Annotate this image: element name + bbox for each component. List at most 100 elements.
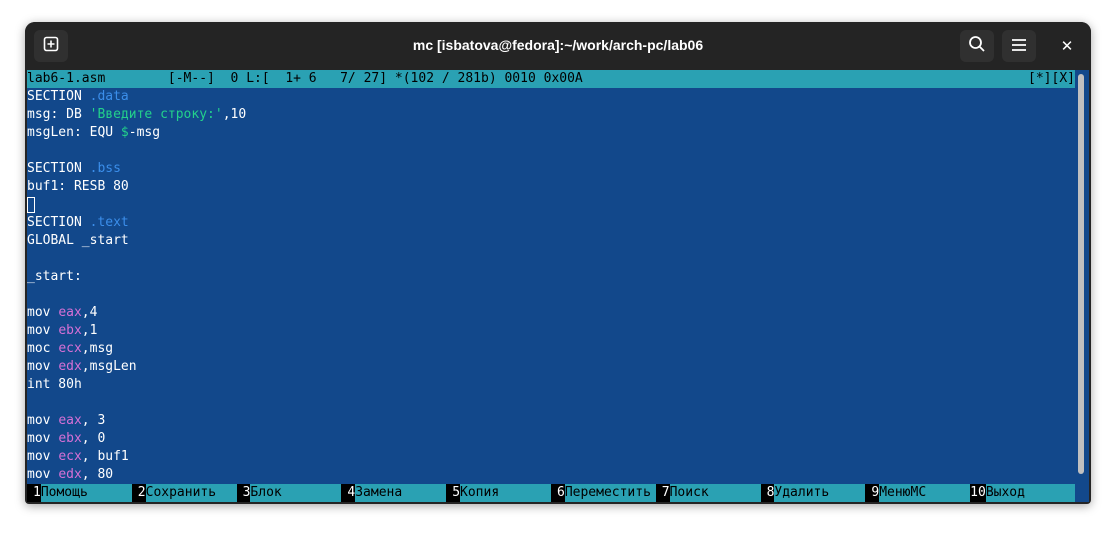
code-token: GLOBAL _start <box>27 233 129 248</box>
hamburger-menu-icon <box>1011 37 1027 56</box>
fkey-label: Замена <box>355 484 447 502</box>
status-line-info: L:[ 1+ 6 7/ 27] <box>246 71 388 86</box>
code-token: msgLen: EQU <box>27 125 121 140</box>
fkey-9[interactable]: 9 МенюMC <box>865 484 971 502</box>
fkey-label: Помощь <box>40 484 132 502</box>
code-token: ebx <box>58 323 82 338</box>
code-token: ,4 <box>81 305 98 320</box>
search-icon <box>968 35 986 57</box>
fkey-label: Копия <box>460 484 551 502</box>
code-line: msgLen: EQU $-msg <box>27 124 1075 142</box>
code-token: ,msg <box>81 341 114 356</box>
code-token: .text <box>89 215 129 230</box>
fkey-number: 2 <box>131 484 146 502</box>
close-icon: ✕ <box>1060 37 1074 55</box>
fkey-8[interactable]: 8 Удалить <box>760 484 866 502</box>
code-line: moc ecx,msg <box>27 340 1075 358</box>
code-token: 'Введите строку:' <box>89 107 223 122</box>
code-token: .bss <box>89 161 121 176</box>
status-window-controls[interactable]: [*][X] <box>1028 70 1075 88</box>
code-token: $ <box>120 125 129 140</box>
fkey-7[interactable]: 7 Поиск <box>655 484 761 502</box>
code-token: ,1 <box>81 323 98 338</box>
editor-status-bar: lab6-1.asm [-M--] 0 L:[ 1+ 6 7/ 27] *(10… <box>27 70 1075 88</box>
code-line: buf1: RESB 80 <box>27 178 1075 196</box>
menu-button[interactable] <box>1002 30 1036 62</box>
code-line: mov ecx, buf1 <box>27 448 1075 466</box>
terminal-window: mc [isbatova@fedora]:~/work/arch-pc/lab0… <box>25 22 1091 504</box>
fkey-label: Блок <box>250 484 342 502</box>
fkey-number: 6 <box>550 484 565 502</box>
code-line: mov edx, 80 <box>27 466 1075 484</box>
code-token: , 0 <box>81 431 106 446</box>
code-token: edx <box>58 467 82 482</box>
fkey-label: Переместить <box>564 484 656 502</box>
fkey-number: 10 <box>970 484 986 502</box>
scrollbar-thumb[interactable] <box>1078 74 1084 474</box>
code-line: SECTION .bss <box>27 160 1075 178</box>
fkey-5[interactable]: 5 Копия <box>446 484 551 502</box>
code-line: mov eax, 3 <box>27 412 1075 430</box>
code-token: , 80 <box>81 467 114 482</box>
code-token: _start: <box>27 269 82 284</box>
fkey-6[interactable]: 6 Переместить <box>550 484 656 502</box>
code-token: SECTION <box>27 215 90 230</box>
code-token: mov <box>27 323 59 338</box>
fkey-2[interactable]: 2 Сохранить <box>131 484 237 502</box>
fkey-label: МенюMC <box>879 484 971 502</box>
code-token: ecx <box>58 449 82 464</box>
fkey-number: 9 <box>865 484 880 502</box>
fkey-10[interactable]: 10 Выход <box>970 484 1075 502</box>
new-tab-icon <box>43 36 59 56</box>
code-token: -msg <box>128 125 161 140</box>
code-token: mov <box>27 449 59 464</box>
code-token: ,msgLen <box>81 359 137 374</box>
code-token: SECTION <box>27 89 90 104</box>
code-line: mov ebx,1 <box>27 322 1075 340</box>
code-line <box>27 196 1075 214</box>
code-line: int 80h <box>27 376 1075 394</box>
fkey-number: 5 <box>446 484 461 502</box>
fkey-4[interactable]: 4 Замена <box>341 484 447 502</box>
search-button[interactable] <box>960 30 994 62</box>
code-token: ecx <box>58 341 82 356</box>
code-token: .data <box>89 89 129 104</box>
code-token: msg: DB <box>27 107 90 122</box>
scrollbar[interactable] <box>1077 70 1085 484</box>
status-mode: [-M--] <box>167 71 215 86</box>
window-title: mc [isbatova@fedora]:~/work/arch-pc/lab0… <box>412 37 704 53</box>
code-editor[interactable]: SECTION .data msg: DB 'Введите строку:',1… <box>27 88 1075 484</box>
code-line: SECTION .data <box>27 88 1075 106</box>
code-token: mov <box>27 431 59 446</box>
code-token: edx <box>58 359 82 374</box>
status-filename: lab6-1.asm <box>27 71 106 86</box>
status-position: *(102 / 281b) 0010 0x00A <box>394 71 583 86</box>
close-button[interactable]: ✕ <box>1050 30 1084 62</box>
terminal-area[interactable]: lab6-1.asm [-M--] 0 L:[ 1+ 6 7/ 27] *(10… <box>27 70 1089 502</box>
code-line: mov ebx, 0 <box>27 430 1075 448</box>
code-line: _start: <box>27 268 1075 286</box>
code-line: SECTION .text <box>27 214 1075 232</box>
code-token: ,10 <box>222 107 247 122</box>
code-line: mov edx,msgLen <box>27 358 1075 376</box>
fkey-label: Выход <box>985 484 1075 502</box>
code-token: mov <box>27 413 59 428</box>
code-token: int 80h <box>27 377 82 392</box>
code-token: , 3 <box>81 413 106 428</box>
new-tab-button[interactable] <box>34 30 68 62</box>
code-token: mov <box>27 359 59 374</box>
code-token: buf1: RESB 80 <box>27 179 129 194</box>
fkey-number: 8 <box>760 484 775 502</box>
fkey-label: Сохранить <box>145 484 237 502</box>
fkey-3[interactable]: 3 Блок <box>236 484 342 502</box>
fkey-number: 7 <box>655 484 670 502</box>
code-token: SECTION <box>27 161 90 176</box>
fkey-label: Удалить <box>774 484 866 502</box>
code-token: ebx <box>58 431 82 446</box>
fkey-1[interactable]: 1 Помощь <box>27 484 132 502</box>
code-token: eax <box>58 413 82 428</box>
